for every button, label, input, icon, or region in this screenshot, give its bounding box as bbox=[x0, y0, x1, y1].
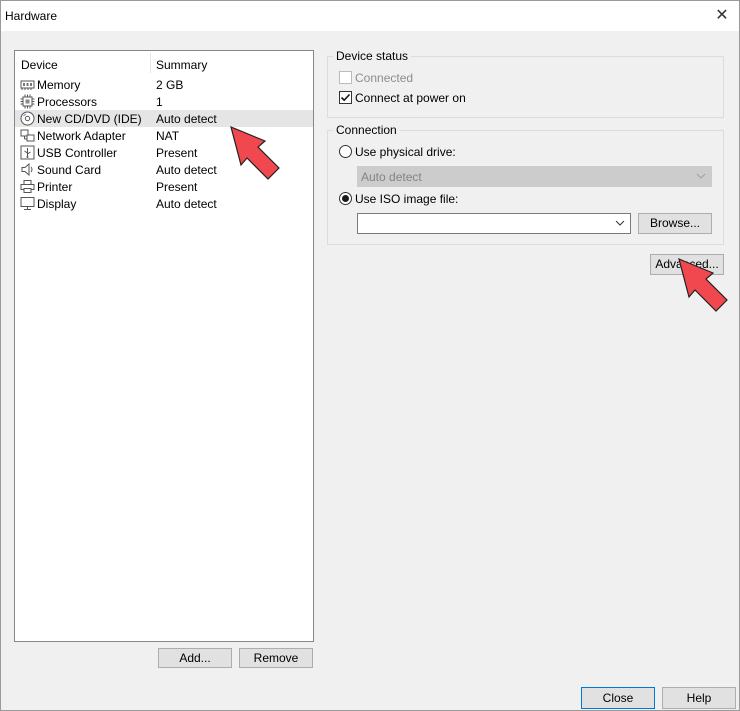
sound-card-icon bbox=[21, 162, 33, 177]
use-physical-drive-radio[interactable] bbox=[339, 145, 352, 158]
device-name: Network Adapter bbox=[37, 129, 126, 143]
window-title: Hardware bbox=[5, 9, 58, 23]
annotation-arrow-icon bbox=[230, 125, 280, 180]
browse-button[interactable]: Browse... bbox=[638, 213, 712, 234]
physical-drive-value: Auto detect bbox=[361, 170, 422, 184]
chevron-down-icon bbox=[696, 173, 706, 179]
connected-checkbox[interactable] bbox=[339, 71, 352, 84]
device-status-group: Device status Connected Connect at power… bbox=[327, 49, 724, 118]
connect-at-power-on-label: Connect at power on bbox=[355, 91, 466, 105]
device-status-title: Device status bbox=[333, 49, 412, 63]
device-summary: 2 GB bbox=[156, 78, 184, 92]
annotation-arrow-icon bbox=[678, 257, 728, 312]
device-row-display[interactable]: Display Auto detect bbox=[15, 195, 313, 212]
device-name: Display bbox=[37, 197, 77, 211]
network-adapter-icon bbox=[20, 129, 35, 142]
cd-dvd-icon bbox=[20, 111, 35, 126]
use-iso-image-radio[interactable] bbox=[339, 192, 352, 205]
device-name: New CD/DVD (IDE) bbox=[37, 112, 142, 126]
device-summary: Present bbox=[156, 146, 198, 160]
iso-image-path-combo[interactable] bbox=[357, 213, 631, 234]
device-summary: 1 bbox=[156, 95, 163, 109]
connected-label: Connected bbox=[355, 71, 414, 85]
use-iso-image-label: Use ISO image file: bbox=[355, 192, 459, 206]
add-button[interactable]: Add... bbox=[158, 648, 232, 668]
physical-drive-select[interactable]: Auto detect bbox=[357, 166, 712, 187]
device-name: Memory bbox=[37, 78, 81, 92]
display-icon bbox=[20, 197, 35, 210]
chevron-down-icon[interactable] bbox=[615, 218, 625, 228]
memory-icon bbox=[20, 80, 35, 90]
device-summary: NAT bbox=[156, 129, 180, 143]
device-name: Printer bbox=[37, 180, 73, 194]
device-summary: Auto detect bbox=[156, 197, 217, 211]
use-physical-drive-label: Use physical drive: bbox=[355, 145, 456, 159]
checkmark-icon bbox=[340, 93, 351, 102]
device-name: Processors bbox=[37, 95, 98, 109]
column-header-device[interactable]: Device bbox=[21, 58, 58, 72]
column-header-summary[interactable]: Summary bbox=[156, 58, 207, 72]
connection-title: Connection bbox=[333, 123, 400, 137]
remove-button[interactable]: Remove bbox=[239, 648, 313, 668]
device-list-header: Device Summary bbox=[15, 51, 313, 75]
title-bar: Hardware ✕ bbox=[1, 1, 739, 31]
device-summary: Auto detect bbox=[156, 112, 217, 126]
device-name: USB Controller bbox=[37, 146, 118, 160]
usb-icon bbox=[20, 145, 35, 160]
column-divider[interactable] bbox=[150, 53, 151, 73]
processor-icon bbox=[20, 94, 35, 109]
close-window-icon[interactable]: ✕ bbox=[711, 5, 733, 27]
device-name: Sound Card bbox=[37, 163, 102, 177]
dialog-body: Device Summary Memory 2 GB Processors 1 … bbox=[1, 31, 739, 710]
device-summary: Auto detect bbox=[156, 163, 217, 177]
connect-at-power-on-checkbox[interactable] bbox=[339, 91, 352, 104]
printer-icon bbox=[20, 180, 35, 193]
device-row-memory[interactable]: Memory 2 GB bbox=[15, 76, 313, 93]
help-button[interactable]: Help bbox=[662, 687, 736, 709]
device-row-processors[interactable]: Processors 1 bbox=[15, 93, 313, 110]
connection-group: Connection Use physical drive: Auto dete… bbox=[327, 123, 724, 245]
hardware-dialog: Hardware ✕ Device Summary Memory 2 GB Pr… bbox=[0, 0, 740, 711]
radio-selected-dot bbox=[342, 195, 349, 202]
close-button[interactable]: Close bbox=[581, 687, 655, 709]
device-summary: Present bbox=[156, 180, 198, 194]
